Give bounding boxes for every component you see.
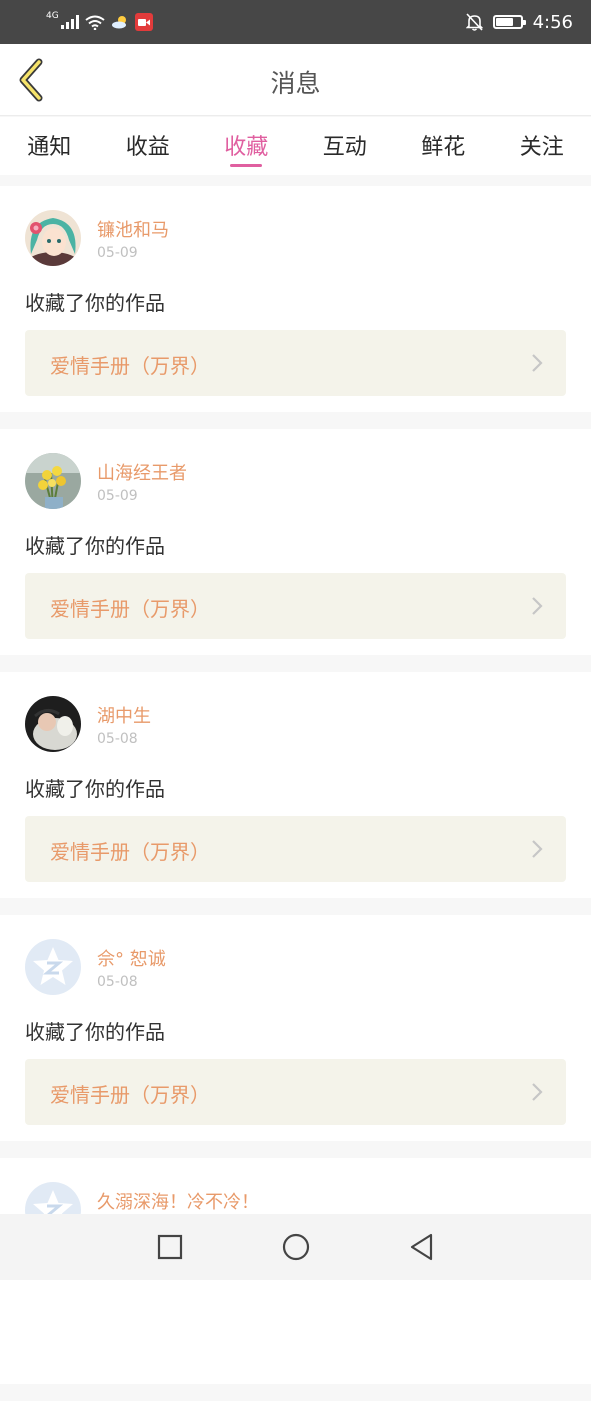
circle-icon bbox=[281, 1232, 311, 1262]
tab-bar: 通知 收益 收藏 互动 鲜花 关注 bbox=[0, 117, 591, 175]
status-left: 4G bbox=[46, 13, 153, 31]
clock: 4:56 bbox=[533, 12, 573, 33]
work-title: 爱情手册（万界） bbox=[50, 350, 210, 379]
list-item: 镰池和马 05-09 收藏了你的作品 爱情手册（万界） bbox=[0, 186, 591, 412]
work-link[interactable]: 爱情手册（万界） bbox=[25, 573, 566, 639]
work-link[interactable]: 爱情手册（万界） bbox=[25, 330, 566, 396]
tab-flowers[interactable]: 鲜花 bbox=[394, 117, 493, 161]
message-date: 05-08 bbox=[97, 731, 138, 747]
work-link[interactable]: 爱情手册（万界） bbox=[25, 1059, 566, 1125]
wifi-icon bbox=[85, 15, 105, 30]
home-button[interactable] bbox=[233, 1222, 359, 1272]
status-right: 4:56 bbox=[466, 12, 573, 33]
chevron-right-icon bbox=[530, 1081, 544, 1103]
message-date: 05-09 bbox=[97, 488, 138, 504]
message-date: 05-08 bbox=[97, 974, 138, 990]
username[interactable]: 佘° 恕诚 bbox=[97, 945, 166, 971]
avatar[interactable] bbox=[25, 696, 81, 752]
list-item: 佘° 恕诚 05-08 收藏了你的作品 爱情手册（万界） bbox=[0, 915, 591, 1141]
app-header: 消息 bbox=[0, 44, 591, 116]
work-title: 爱情手册（万界） bbox=[50, 593, 210, 622]
work-link[interactable]: 爱情手册（万界） bbox=[25, 816, 566, 882]
tab-favorites[interactable]: 收藏 bbox=[197, 117, 296, 161]
action-text: 收藏了你的作品 bbox=[25, 530, 165, 559]
network-type: 4G bbox=[46, 11, 59, 21]
list-item: 湖中生 05-08 收藏了你的作品 爱情手册（万界） bbox=[0, 672, 591, 898]
screen-record-icon bbox=[135, 13, 153, 31]
tab-earnings[interactable]: 收益 bbox=[99, 117, 198, 161]
chevron-right-icon bbox=[530, 838, 544, 860]
chevron-right-icon bbox=[530, 352, 544, 374]
message-date: 05-09 bbox=[97, 245, 138, 261]
system-navigation-bar bbox=[0, 1214, 591, 1280]
triangle-back-icon bbox=[408, 1232, 436, 1262]
action-text: 收藏了你的作品 bbox=[25, 287, 165, 316]
username[interactable]: 镰池和马 bbox=[97, 216, 169, 242]
work-title: 爱情手册（万界） bbox=[50, 1079, 210, 1108]
username[interactable]: 久溺深海！冷不冷！ bbox=[97, 1188, 259, 1214]
action-text: 收藏了你的作品 bbox=[25, 773, 165, 802]
username[interactable]: 山海经王者 bbox=[97, 459, 187, 485]
back-nav-button[interactable] bbox=[359, 1222, 485, 1272]
tab-notifications[interactable]: 通知 bbox=[0, 117, 99, 161]
tab-following[interactable]: 关注 bbox=[493, 117, 591, 161]
recents-button[interactable] bbox=[107, 1222, 233, 1272]
signal-icon bbox=[61, 15, 79, 29]
battery-fill bbox=[496, 18, 513, 26]
status-bar: 4G bbox=[0, 0, 591, 44]
notifications-off-icon bbox=[466, 13, 483, 31]
action-text: 收藏了你的作品 bbox=[25, 1016, 165, 1045]
chevron-right-icon bbox=[530, 595, 544, 617]
avatar[interactable] bbox=[25, 453, 81, 509]
tab-interactions[interactable]: 互动 bbox=[296, 117, 395, 161]
page-title: 消息 bbox=[0, 64, 591, 100]
weather-icon bbox=[111, 15, 129, 29]
list-item: 山海经王者 05-09 收藏了你的作品 爱情手册（万界） bbox=[0, 429, 591, 655]
work-title: 爱情手册（万界） bbox=[50, 836, 210, 865]
username[interactable]: 湖中生 bbox=[97, 702, 151, 728]
avatar[interactable] bbox=[25, 939, 81, 995]
avatar[interactable] bbox=[25, 210, 81, 266]
battery-icon bbox=[493, 15, 523, 29]
square-icon bbox=[157, 1234, 183, 1260]
